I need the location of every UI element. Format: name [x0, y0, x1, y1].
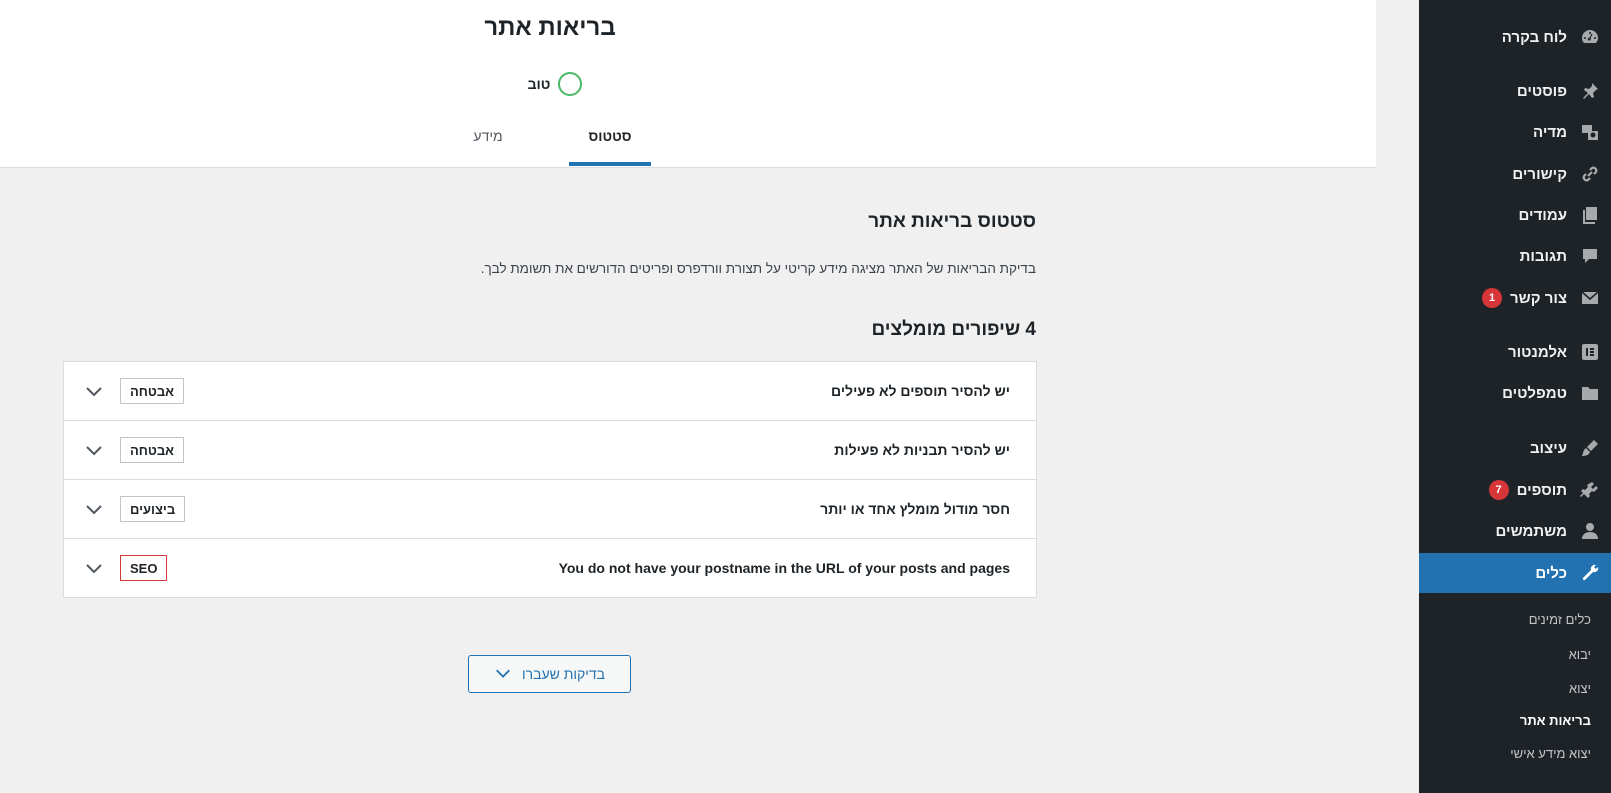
- folder-icon: [1579, 382, 1601, 404]
- submenu-item-export[interactable]: יצוא: [1419, 673, 1611, 703]
- sidebar-item-media[interactable]: מדיה: [1419, 112, 1611, 152]
- health-tabs: סטטוס מידע: [0, 120, 1100, 168]
- sidebar-item-comments[interactable]: תגובות: [1419, 236, 1611, 276]
- sidebar-item-users[interactable]: משתמשים: [1419, 511, 1611, 551]
- sidebar-item-elementor[interactable]: אלמנטור: [1419, 332, 1611, 372]
- issue-badge: ביצועים: [120, 496, 186, 522]
- issue-label: יש להסיר תבניות לא פעילות: [834, 442, 1010, 458]
- plugin-icon: [1579, 479, 1601, 501]
- elementor-icon: [1579, 341, 1601, 363]
- issue-badge: SEO: [120, 555, 168, 581]
- issue-label: You do not have your postname in the URL…: [558, 560, 1010, 576]
- health-status: טוב: [510, 72, 600, 96]
- sidebar-item-contact[interactable]: צור קשר 1: [1419, 278, 1611, 318]
- page-title: בריאות אתר: [484, 14, 616, 41]
- wrench-icon: [1579, 562, 1601, 584]
- issue-label: יש להסיר תוספים לא פעילים: [831, 383, 1010, 399]
- sidebar-item-label: קישורים: [1512, 165, 1567, 183]
- submenu-item-label: בריאות אתר: [1519, 712, 1591, 728]
- chevron-down-icon[interactable]: [84, 440, 104, 460]
- passed-tests-label: בדיקות שעברו: [521, 666, 606, 682]
- user-icon: [1579, 520, 1601, 542]
- admin-sidebar: לוח בקרה פוסטים מדיה קישורים עמודים תגוב…: [1419, 0, 1611, 793]
- tab-info-label: מידע: [473, 128, 503, 144]
- sidebar-item-label: כלים: [1535, 564, 1567, 582]
- chevron-down-icon[interactable]: [84, 499, 104, 519]
- dashboard-icon: [1579, 26, 1601, 48]
- tab-status[interactable]: סטטוס: [569, 120, 651, 168]
- sidebar-item-label: תגובות: [1519, 247, 1567, 265]
- sidebar-item-label: אלמנטור: [1507, 343, 1567, 361]
- sidebar-item-dashboard[interactable]: לוח בקרה: [1419, 17, 1611, 57]
- brush-icon: [1579, 437, 1601, 459]
- sidebar-item-label: פוסטים: [1516, 82, 1567, 100]
- issue-badge: אבטחה: [120, 437, 185, 463]
- sidebar-item-label: צור קשר: [1510, 289, 1567, 307]
- submenu-item-site-health[interactable]: בריאות אתר: [1419, 705, 1611, 735]
- section-title: סטטוס בריאות אתר: [868, 211, 1036, 232]
- link-icon: [1579, 163, 1601, 185]
- passed-tests-button[interactable]: בדיקות שעברו: [468, 655, 631, 693]
- sidebar-item-templates[interactable]: טמפלטים: [1419, 373, 1611, 413]
- sidebar-item-tools[interactable]: כלים: [1419, 553, 1611, 593]
- issue-row[interactable]: יש להסיר תבניות לא פעילות אבטחה: [64, 421, 1036, 480]
- submenu-item-import[interactable]: יבוא: [1419, 639, 1611, 669]
- issues-title: 4 שיפורים מומלצים: [871, 319, 1037, 340]
- submenu-item-available-tools[interactable]: כלים זמינים: [1419, 604, 1611, 634]
- issue-badge: אבטחה: [120, 378, 185, 404]
- status-label: טוב: [527, 76, 551, 92]
- issue-row[interactable]: You do not have your postname in the URL…: [64, 539, 1036, 597]
- comments-icon: [1579, 245, 1601, 267]
- sidebar-item-label: תוספים: [1516, 481, 1567, 499]
- mail-icon: [1579, 287, 1601, 309]
- sidebar-item-label: משתמשים: [1495, 522, 1567, 540]
- submenu-item-label: כלים זמינים: [1528, 611, 1591, 627]
- issue-row[interactable]: חסר מודול מומלץ אחד או יותר ביצועים: [64, 480, 1036, 539]
- sidebar-item-label: טמפלטים: [1502, 384, 1567, 402]
- notification-badge: 7: [1488, 480, 1509, 500]
- issues-list: יש להסיר תוספים לא פעילים אבטחה יש להסיר…: [63, 361, 1037, 598]
- current-menu-notch: [1376, 566, 1385, 584]
- tab-info[interactable]: מידע: [447, 120, 529, 168]
- sidebar-item-pages[interactable]: עמודים: [1419, 195, 1611, 235]
- section-description: בדיקת הבריאות של האתר מציגה מידע קריטי ע…: [480, 261, 1036, 276]
- sidebar-item-label: מדיה: [1533, 123, 1567, 141]
- sidebar-item-label: עמודים: [1518, 206, 1567, 224]
- sidebar-item-plugins[interactable]: תוספים 7: [1419, 470, 1611, 510]
- submenu-item-label: יצוא מידע אישי: [1510, 745, 1591, 761]
- issue-label: חסר מודול מומלץ אחד או יותר: [820, 501, 1010, 517]
- notification-badge: 1: [1482, 288, 1502, 308]
- chevron-down-icon: [494, 664, 512, 685]
- submenu-item-label: יצוא: [1568, 680, 1591, 696]
- media-icon: [1579, 121, 1601, 143]
- submenu-item-export-personal-data[interactable]: יצוא מידע אישי: [1419, 738, 1611, 768]
- status-progress-circle-icon: [558, 72, 583, 96]
- pin-icon: [1579, 80, 1601, 102]
- chevron-down-icon[interactable]: [84, 558, 104, 578]
- pages-icon: [1579, 204, 1601, 226]
- main-content: סטטוס בריאות אתר בדיקת הבריאות של האתר מ…: [0, 169, 1376, 793]
- sidebar-item-label: עיצוב: [1529, 439, 1567, 457]
- submenu-item-label: יבוא: [1568, 646, 1591, 662]
- sidebar-item-appearance[interactable]: עיצוב: [1419, 428, 1611, 468]
- tab-status-label: סטטוס: [588, 128, 632, 144]
- sidebar-item-links[interactable]: קישורים: [1419, 154, 1611, 194]
- sidebar-item-label: לוח בקרה: [1501, 28, 1567, 46]
- chevron-down-icon[interactable]: [84, 381, 104, 401]
- issue-row[interactable]: יש להסיר תוספים לא פעילים אבטחה: [64, 362, 1036, 421]
- health-header: בריאות אתר טוב סטטוס מידע: [0, 0, 1376, 168]
- sidebar-item-posts[interactable]: פוסטים: [1419, 71, 1611, 111]
